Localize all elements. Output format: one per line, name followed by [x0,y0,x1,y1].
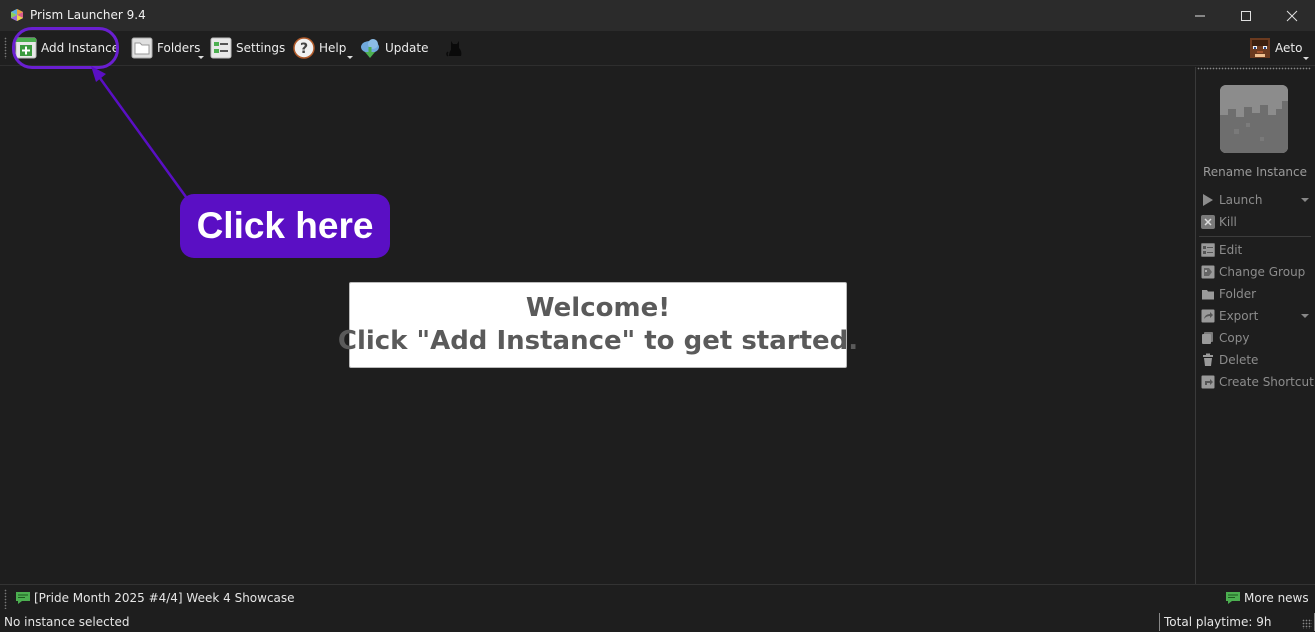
folders-label: Folders [157,41,201,55]
launch-dropdown-arrow[interactable] [1301,198,1309,202]
export-button[interactable]: Export [1201,307,1258,325]
welcome-instruction: Click "Add Instance" to get started. [337,326,859,356]
create-shortcut-button[interactable]: Create Shortcut [1201,373,1314,391]
delete-label: Delete [1219,353,1259,367]
settings-label: Settings [236,41,286,55]
minimize-button[interactable] [1177,0,1223,31]
play-icon [1203,194,1213,206]
window-title: Prism Launcher 9.4 [30,8,146,22]
folders-dropdown-arrow[interactable] [198,56,204,59]
help-icon: ? [293,37,315,59]
change-group-label: Change Group [1219,265,1306,279]
update-button[interactable]: Update [359,36,428,60]
launch-button[interactable]: Launch [1201,191,1262,209]
copy-icon [1202,332,1213,344]
folder-label: Folder [1219,287,1257,301]
create-shortcut-label: Create Shortcut [1219,375,1314,389]
edit-label: Edit [1219,243,1243,257]
news-bar: [Pride Month 2025 #4/4] Week 4 Showcase … [0,584,1315,612]
title-bar: Prism Launcher 9.4 [0,0,1315,31]
shortcut-icon [1201,375,1215,389]
kill-label: Kill [1219,215,1237,229]
help-button[interactable]: ? Help [293,36,346,60]
instance-icon[interactable] [1220,85,1288,153]
window-resize-grip[interactable] [1302,619,1312,629]
settings-button[interactable]: Settings [210,36,285,60]
total-playtime: Total playtime: 9h 50min [1159,613,1315,631]
settings-icon [210,37,232,59]
export-icon [1201,309,1215,323]
more-news-button[interactable]: More news [1225,590,1309,606]
main-toolbar: Add Instance Folders Settings ? Help Upd… [0,31,1315,66]
update-label: Update [385,41,429,55]
trash-icon [1203,353,1213,366]
callout-text: Click here [196,205,374,246]
export-label: Export [1219,309,1259,323]
folders-button[interactable]: Folders [131,36,200,60]
copy-label: Copy [1219,331,1250,345]
avatar [1250,38,1270,58]
close-button[interactable] [1269,0,1315,31]
edit-icon [1201,243,1215,257]
prism-logo-icon [11,9,23,21]
news-bar-grip[interactable] [4,589,7,609]
news-icon [1226,592,1240,604]
welcome-message: Welcome! Click "Add Instance" to get sta… [338,282,858,368]
edit-button[interactable]: Edit [1201,241,1242,259]
add-instance-highlight-ring [12,27,119,69]
help-dropdown-arrow[interactable] [347,56,353,59]
news-headline-link[interactable]: [Pride Month 2025 #4/4] Week 4 Showcase [15,590,295,606]
maximize-icon [1241,10,1251,21]
minimize-icon [1195,15,1205,16]
cat-button[interactable] [444,36,466,60]
selection-status: No instance selected [4,615,130,629]
help-label: Help [319,41,347,55]
sidebar-divider [1199,236,1311,237]
more-news-label: More news [1244,591,1309,605]
welcome-heading: Welcome! [525,293,671,323]
sidebar-grip[interactable] [1197,67,1311,70]
account-button[interactable]: Aeto [1249,36,1302,60]
cloud-download-icon [361,39,379,58]
tag-icon [1201,265,1215,279]
close-icon [1286,10,1298,21]
change-group-button[interactable]: Change Group [1201,263,1305,281]
kill-button[interactable]: Kill [1201,213,1237,231]
delete-button[interactable]: Delete [1201,351,1258,369]
click-here-callout: Click here [180,194,390,258]
folder-icon [131,37,153,59]
cat-icon [446,41,462,57]
instance-placeholder-icon [1220,85,1288,153]
svg-text:?: ? [300,41,308,57]
status-bar: No instance selected Total playtime: 9h … [0,612,1315,632]
news-headline: [Pride Month 2025 #4/4] Week 4 Showcase [34,591,295,605]
toolbar-grip[interactable] [4,37,7,59]
rename-instance-button[interactable]: Rename Instance [1196,165,1314,179]
copy-button[interactable]: Copy [1201,329,1249,347]
kill-icon [1201,215,1215,229]
maximize-button[interactable] [1223,0,1269,31]
account-label: Aeto [1275,41,1303,55]
folder-button[interactable]: Folder [1201,285,1256,303]
folder-icon [1202,290,1214,300]
export-dropdown-arrow[interactable] [1301,314,1309,318]
launch-label: Launch [1219,193,1263,207]
news-icon [16,592,30,604]
account-dropdown-arrow[interactable] [1303,57,1309,60]
